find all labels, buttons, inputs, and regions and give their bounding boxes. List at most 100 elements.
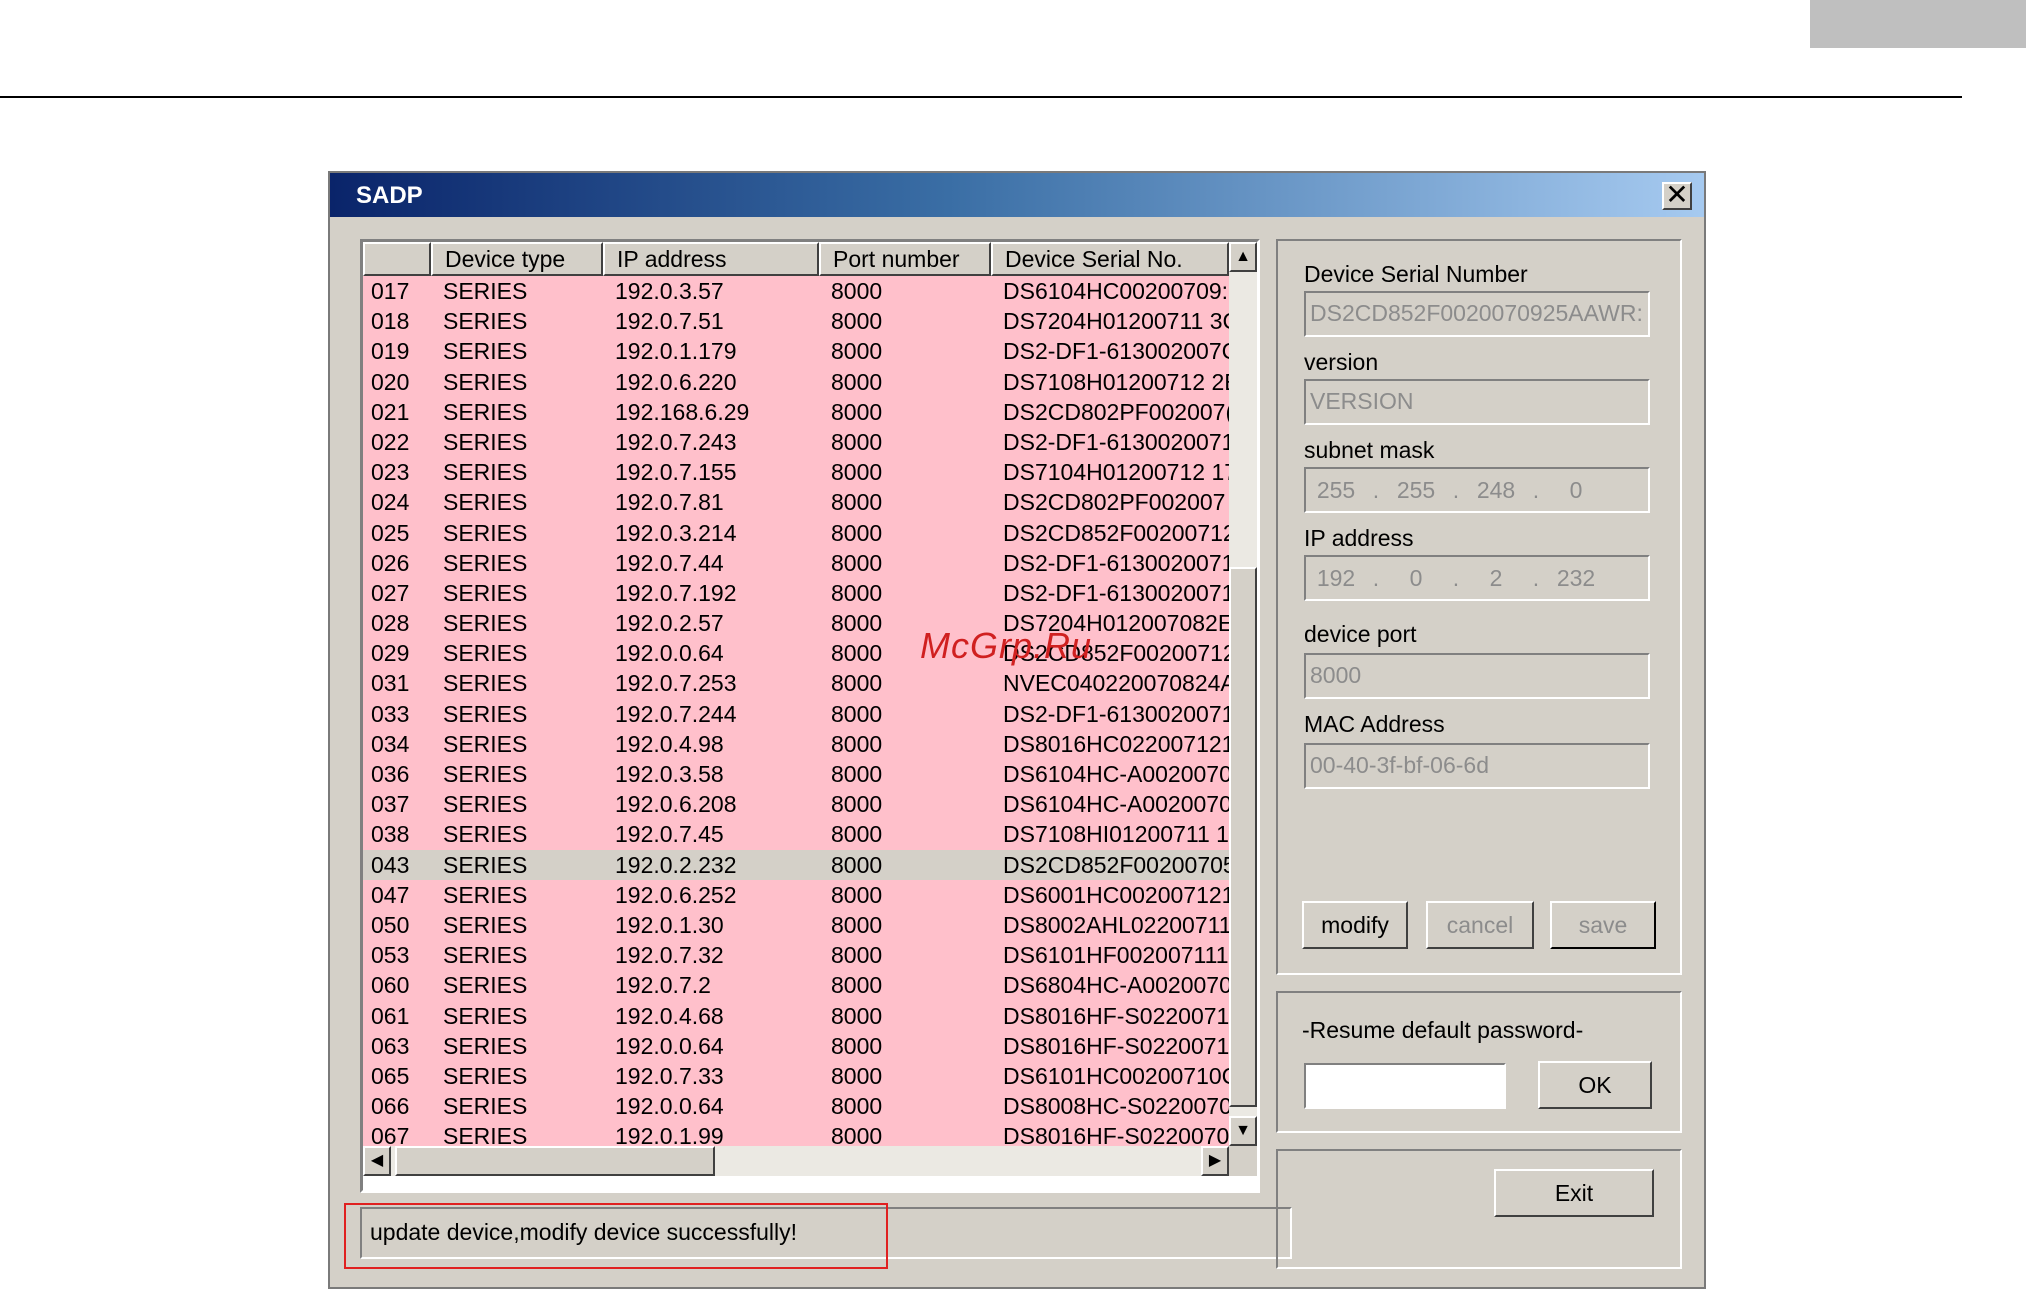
cell-type: SERIES [443,700,528,727]
table-row[interactable]: 066 SERIES 192.0.0.64 8000 DS8008HC-S0220070 [363,1091,1229,1122]
column-header-ip-address[interactable]: IP address [603,242,819,276]
table-row[interactable]: 027 SERIES 192.0.7.192 8000 DS2-DF1-61300200… [363,577,1229,609]
column-header-serial-no[interactable]: Device Serial No. [991,242,1229,276]
cell-num: 060 [371,972,410,999]
cell-type: SERIES [443,428,528,455]
table-row[interactable]: 018 SERIES 192.0.7.51 8000 DS7204H01200711 3… [363,306,1229,337]
table-row[interactable]: 036 SERIES 192.0.3.58 8000 DS6104HC-A0020070 [363,759,1229,790]
cell-num: 021 [371,398,410,425]
save-button[interactable]: save [1550,901,1656,949]
cell-ip: 192.0.7.243 [615,428,737,455]
cell-ip: 192.0.6.252 [615,881,737,908]
vertical-scroll-thumb[interactable] [1229,567,1257,1107]
table-row[interactable]: 033 SERIES 192.0.7.244 8000 DS2-DF1-61300200… [363,698,1229,729]
cell-serial: DS2-DF1-6130020071 [1003,579,1229,606]
cell-ip: 192.0.0.64 [615,1032,724,1059]
cell-port: 8000 [831,489,883,516]
table-row[interactable]: 022 SERIES 192.0.7.243 8000 DS2-DF1-61300200… [363,426,1229,458]
cell-port: 8000 [831,851,883,878]
cell-type: SERIES [443,338,528,365]
table-row[interactable]: 025 SERIES 192.0.3.214 8000 DS2CD852F0020071… [363,517,1229,548]
table-row[interactable]: 050 SERIES 192.0.1.30 8000 DS8002AHL02200711 [363,909,1229,941]
table-row[interactable]: 031 SERIES 192.0.7.253 8000 NVEC040220070824… [363,668,1229,699]
table-row[interactable]: 038 SERIES 192.0.7.45 8000 DS7108HI01200711 … [363,819,1229,850]
cell-num: 037 [371,791,410,818]
table-row[interactable]: 047 SERIES 192.0.6.252 8000 DS6001HC00200712… [363,879,1229,910]
cell-serial: DS6101HC00200710C [1003,1062,1229,1089]
table-row[interactable]: 034 SERIES 192.0.4.98 8000 DS8016HC022007121 [363,728,1229,759]
table-row[interactable]: 065 SERIES 192.0.7.33 8000 DS6101HC00200710C [363,1060,1229,1092]
status-highlight-box [344,1203,888,1269]
table-row[interactable]: 060 SERIES 192.0.7.2 8000 DS6804HC-A0020070 [363,970,1229,1001]
cell-type: SERIES [443,942,528,969]
column-header-port-number[interactable]: Port number [819,242,991,276]
cell-port: 8000 [831,791,883,818]
scrollbar-corner [1229,1146,1257,1176]
cell-type: SERIES [443,579,528,606]
cancel-button[interactable]: cancel [1426,901,1534,949]
table-row[interactable]: 053 SERIES 192.0.7.32 8000 DS6101HF002007111 [363,940,1229,971]
vertical-scrollbar[interactable]: ▲ ▼ [1229,242,1257,1146]
scroll-down-icon[interactable]: ▼ [1229,1116,1257,1146]
mac-address-label: MAC Address [1304,711,1445,737]
table-row[interactable]: 029 SERIES 192.0.0.64 8000 DS2CD852F00200712 [363,638,1229,669]
resume-password-group: -Resume default password- OK [1276,991,1682,1133]
table-row[interactable]: 020 SERIES 192.0.6.220 8000 DS7108H01200712 … [363,366,1229,397]
cell-type: SERIES [443,911,528,938]
table-row[interactable]: 017 SERIES 192.0.3.57 8000 DS6104HC00200709: [363,276,1229,307]
ok-button[interactable]: OK [1538,1061,1652,1109]
table-row[interactable]: 043 SERIES 192.0.2.232 8000 DS2CD852F0020070… [363,849,1229,880]
column-header-device-type[interactable]: Device type [431,242,603,276]
scroll-up-icon[interactable]: ▲ [1229,242,1257,272]
cell-type: SERIES [443,519,528,546]
table-row[interactable]: 037 SERIES 192.0.6.208 8000 DS6104HC-A002007… [363,789,1229,820]
version-label: version [1304,349,1379,375]
cell-type: SERIES [443,881,528,908]
device-list[interactable]: Device type IP address Port number Devic… [360,239,1260,1193]
table-row[interactable]: 067 SERIES 192.0.1.99 8000 DS8016HF-S0220070 [363,1121,1229,1146]
cell-num: 050 [371,911,410,938]
cell-type: SERIES [443,398,528,425]
table-row[interactable]: 023 SERIES 192.0.7.155 8000 DS7104H01200712 … [363,457,1229,488]
ip-octet-3: 2 [1489,565,1503,591]
table-row[interactable]: 063 SERIES 192.0.0.64 8000 DS8016HF-S0220071 [363,1030,1229,1061]
ip-dot: . [1372,565,1380,591]
cell-ip: 192.0.7.33 [615,1062,724,1089]
table-row[interactable]: 019 SERIES 192.0.1.179 8000 DS2-DF1-61300200… [363,336,1229,367]
table-row[interactable]: 026 SERIES 192.0.7.44 8000 DS2-DF1-613002007… [363,547,1229,578]
cell-num: 066 [371,1093,410,1120]
cell-num: 027 [371,579,410,606]
close-button[interactable]: ✕ [1662,179,1692,210]
horizontal-scroll-thumb[interactable] [395,1146,715,1176]
table-row[interactable]: 021 SERIES 192.168.6.29 8000 DS2CD802PF00200… [363,396,1229,427]
cell-serial: DS2CD802PF002007( [1003,398,1229,425]
cell-ip: 192.0.7.253 [615,670,737,697]
table-row[interactable]: 028 SERIES 192.0.2.57 8000 DS7204H012007082E [363,608,1229,639]
scroll-right-icon[interactable]: ▶ [1201,1146,1229,1176]
column-header-index[interactable] [363,242,431,276]
cell-num: 047 [371,881,410,908]
ip-octet-2: 0 [1409,565,1423,591]
cell-num: 028 [371,610,410,637]
cell-ip: 192.0.3.214 [615,519,737,546]
table-row[interactable]: 061 SERIES 192.0.4.68 8000 DS8016HF-S0220071 [363,1000,1229,1031]
exit-button[interactable]: Exit [1494,1169,1654,1217]
cell-num: 038 [371,821,410,848]
table-row[interactable]: 024 SERIES 192.0.7.81 8000 DS2CD802PF002007 [363,487,1229,518]
password-input[interactable] [1304,1063,1506,1109]
cell-ip: 192.0.7.44 [615,549,724,576]
close-icon: ✕ [1665,179,1689,210]
cell-num: 020 [371,368,410,395]
scroll-left-icon[interactable]: ◀ [363,1146,391,1176]
horizontal-scrollbar[interactable]: ◀ ▶ [363,1146,1229,1176]
modify-button[interactable]: modify [1302,901,1408,949]
serial-number-field: DS2CD852F0020070925AAWR: [1304,291,1650,337]
cell-num: 025 [371,519,410,546]
cell-num: 022 [371,428,410,455]
exit-group: Exit [1276,1149,1682,1269]
list-rows: 017 SERIES 192.0.3.57 8000 DS6104HC00200709:… [363,276,1229,1146]
subnet-octet-3: 248 [1476,477,1516,503]
subnet-octet-2: 255 [1396,477,1436,503]
cell-ip: 192.0.3.57 [615,278,724,304]
cell-serial: DS6001HC002007121 [1003,881,1229,908]
